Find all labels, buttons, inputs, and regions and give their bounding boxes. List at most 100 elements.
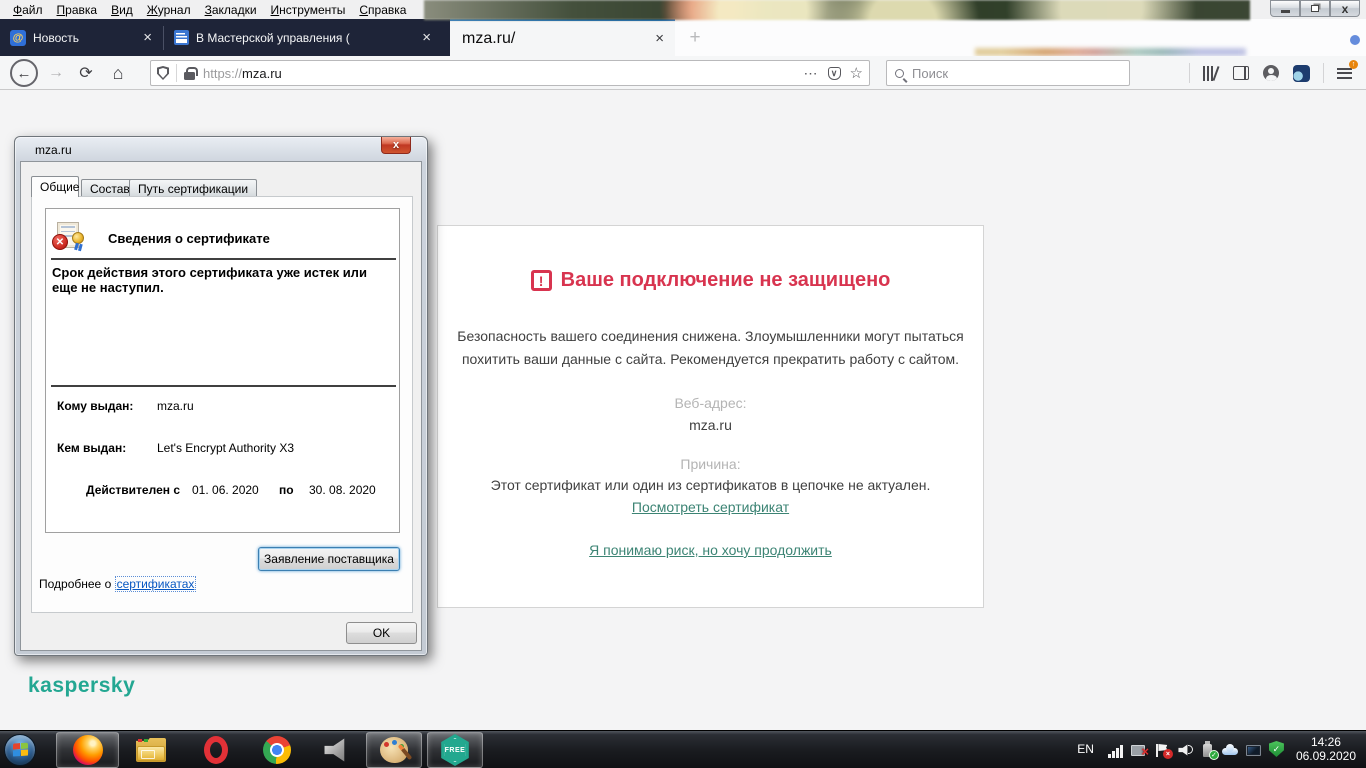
windows-logo-icon [13, 742, 28, 757]
close-icon: x [1342, 2, 1349, 16]
tab-close-icon[interactable]: × [419, 30, 434, 45]
page-heading: ! Ваше подключение не защищено [438, 269, 983, 292]
paint-palette-icon [380, 737, 408, 763]
menu-hamburger-icon[interactable] [1337, 68, 1352, 79]
search-icon [895, 69, 904, 78]
proceed-anyway-link[interactable]: Я понимаю риск, но хочу продолжить [589, 542, 832, 558]
certificate-dialog: mza.ru x Общие Состав Путь сертификации … [14, 136, 428, 656]
taskbar-paint-button[interactable] [366, 732, 422, 768]
menu-help[interactable]: Справка [352, 1, 413, 19]
taskbar-opera-button[interactable] [196, 732, 236, 768]
certificates-link[interactable]: сертификатах [115, 576, 197, 592]
menu-edit[interactable]: Правка [50, 1, 105, 19]
valid-to-word: по [279, 483, 294, 497]
reload-button[interactable]: ⟳ [72, 56, 100, 90]
ok-button[interactable]: OK [346, 622, 417, 644]
menu-items: Файл Правка Вид Журнал Закладки Инструме… [6, 0, 413, 19]
taskbar-explorer-button[interactable] [131, 732, 171, 768]
home-icon: ⌂ [113, 63, 124, 84]
menu-history[interactable]: Журнал [140, 1, 198, 19]
kaspersky-free-icon: FREE [440, 734, 470, 766]
menu-view[interactable]: Вид [104, 1, 140, 19]
taskbar-audio-button[interactable] [317, 732, 357, 768]
action-center-flag-icon[interactable]: × [1153, 740, 1170, 758]
search-input[interactable] [912, 66, 1102, 81]
sidebar-icon[interactable] [1233, 66, 1249, 80]
explorer-folder-icon [136, 738, 166, 762]
desktop-icon-bleed [1350, 35, 1360, 45]
dialog-close-button[interactable]: x [381, 137, 411, 154]
screen: Файл Правка Вид Журнал Закладки Инструме… [0, 0, 1366, 768]
issuer-statement-button[interactable]: Заявление поставщика [258, 547, 400, 571]
volume-icon[interactable] [1176, 740, 1193, 758]
account-icon[interactable] [1263, 65, 1279, 81]
new-tab-button[interactable]: + [683, 26, 707, 50]
tab-label: Новость [33, 31, 140, 45]
bookmark-star-icon[interactable]: ☆ [850, 64, 863, 82]
taskbar-kaspersky-button[interactable]: FREE [427, 732, 483, 768]
system-tray: EN × × ✓ ✓ 14:26 06.09.2020 [1077, 730, 1366, 768]
network-disconnected-icon[interactable]: × [1130, 740, 1147, 758]
minimize-button[interactable] [1270, 0, 1300, 17]
forward-icon: → [48, 64, 64, 82]
tab-close-icon[interactable]: × [140, 30, 155, 45]
urlbar-separator [176, 64, 177, 82]
display-monitor-icon[interactable] [1245, 740, 1262, 758]
pocket-icon[interactable]: ∨ [828, 67, 841, 80]
certificate-info-title: Сведения о сертификате [108, 231, 270, 246]
tab-certification-path[interactable]: Путь сертификации [129, 179, 257, 197]
tab-label: mza.ru/ [462, 30, 652, 48]
start-button[interactable] [4, 734, 36, 766]
reason-text: Этот сертификат или один из сертификатов… [438, 477, 983, 493]
url-bar[interactable]: https://mza.ru ⋯ ∨ ☆ [150, 60, 870, 86]
gold-seal-icon [72, 232, 84, 244]
valid-label: Действителен с [86, 483, 180, 497]
menu-tools[interactable]: Инструменты [264, 1, 353, 19]
clock[interactable]: 14:26 06.09.2020 [1296, 735, 1356, 763]
menu-bookmarks[interactable]: Закладки [198, 1, 264, 19]
menu-file[interactable]: Файл [6, 1, 50, 19]
chrome-icon [263, 736, 291, 764]
warning-icon: ! [531, 270, 552, 291]
tracking-protection-shield-icon[interactable] [157, 66, 169, 80]
update-badge-icon: ↑ [1349, 60, 1358, 69]
document-favicon [174, 30, 189, 45]
taskbar-chrome-button[interactable] [257, 732, 297, 768]
back-button[interactable]: ← [6, 56, 42, 90]
kaspersky-logo: kaspersky [28, 674, 135, 698]
forward-button[interactable]: → [42, 56, 70, 90]
kaspersky-shield-icon[interactable]: ✓ [1268, 740, 1285, 758]
tab-novost[interactable]: @ Новость × [0, 19, 163, 56]
tab-general[interactable]: Общие [31, 176, 79, 197]
kaspersky-extension-icon[interactable] [1293, 65, 1310, 82]
more-info-prefix: Подробнее о [39, 577, 111, 591]
firefox-icon [73, 735, 103, 765]
onedrive-cloud-icon[interactable] [1222, 740, 1239, 758]
close-window-button[interactable]: x [1330, 0, 1360, 17]
tab-masterskaya[interactable]: В Мастерской управления ( × [164, 19, 442, 56]
tab-close-icon[interactable]: × [652, 31, 667, 46]
restore-button[interactable] [1300, 0, 1330, 17]
url-text[interactable]: https://mza.ru [203, 66, 794, 81]
home-button[interactable]: ⌂ [104, 56, 132, 90]
taskbar-firefox-button[interactable] [56, 732, 119, 768]
library-icon[interactable] [1203, 66, 1219, 81]
certificate-error-icon: ✕ [54, 222, 84, 252]
divider [51, 385, 396, 387]
signal-strength-icon[interactable] [1107, 740, 1124, 758]
tray-time: 14:26 [1311, 735, 1341, 749]
warning-line2: еще не наступил. [52, 280, 164, 295]
body-text-line2: похитить ваши данные с сайта. Рекомендуе… [438, 351, 983, 367]
tab-mza-active[interactable]: mza.ru/ × [450, 19, 675, 56]
issued-by-value: Let's Encrypt Authority X3 [157, 441, 294, 455]
reason-label: Причина: [438, 456, 983, 472]
navigation-toolbar: ← → ⟳ ⌂ https://mza.ru ⋯ ∨ ☆ ↑ [0, 56, 1366, 90]
tab-bar: @ Новость × В Мастерской управления ( × … [0, 19, 1366, 56]
view-certificate-link[interactable]: Посмотреть сертификат [632, 499, 789, 515]
language-indicator[interactable]: EN [1077, 742, 1094, 756]
certificate-info-box: ✕ Сведения о сертификате Срок действия э… [45, 208, 400, 533]
page-actions-icon[interactable]: ⋯ [804, 65, 818, 82]
lock-icon[interactable] [184, 72, 195, 80]
safely-remove-usb-icon[interactable]: ✓ [1199, 740, 1216, 758]
search-box[interactable] [886, 60, 1130, 86]
